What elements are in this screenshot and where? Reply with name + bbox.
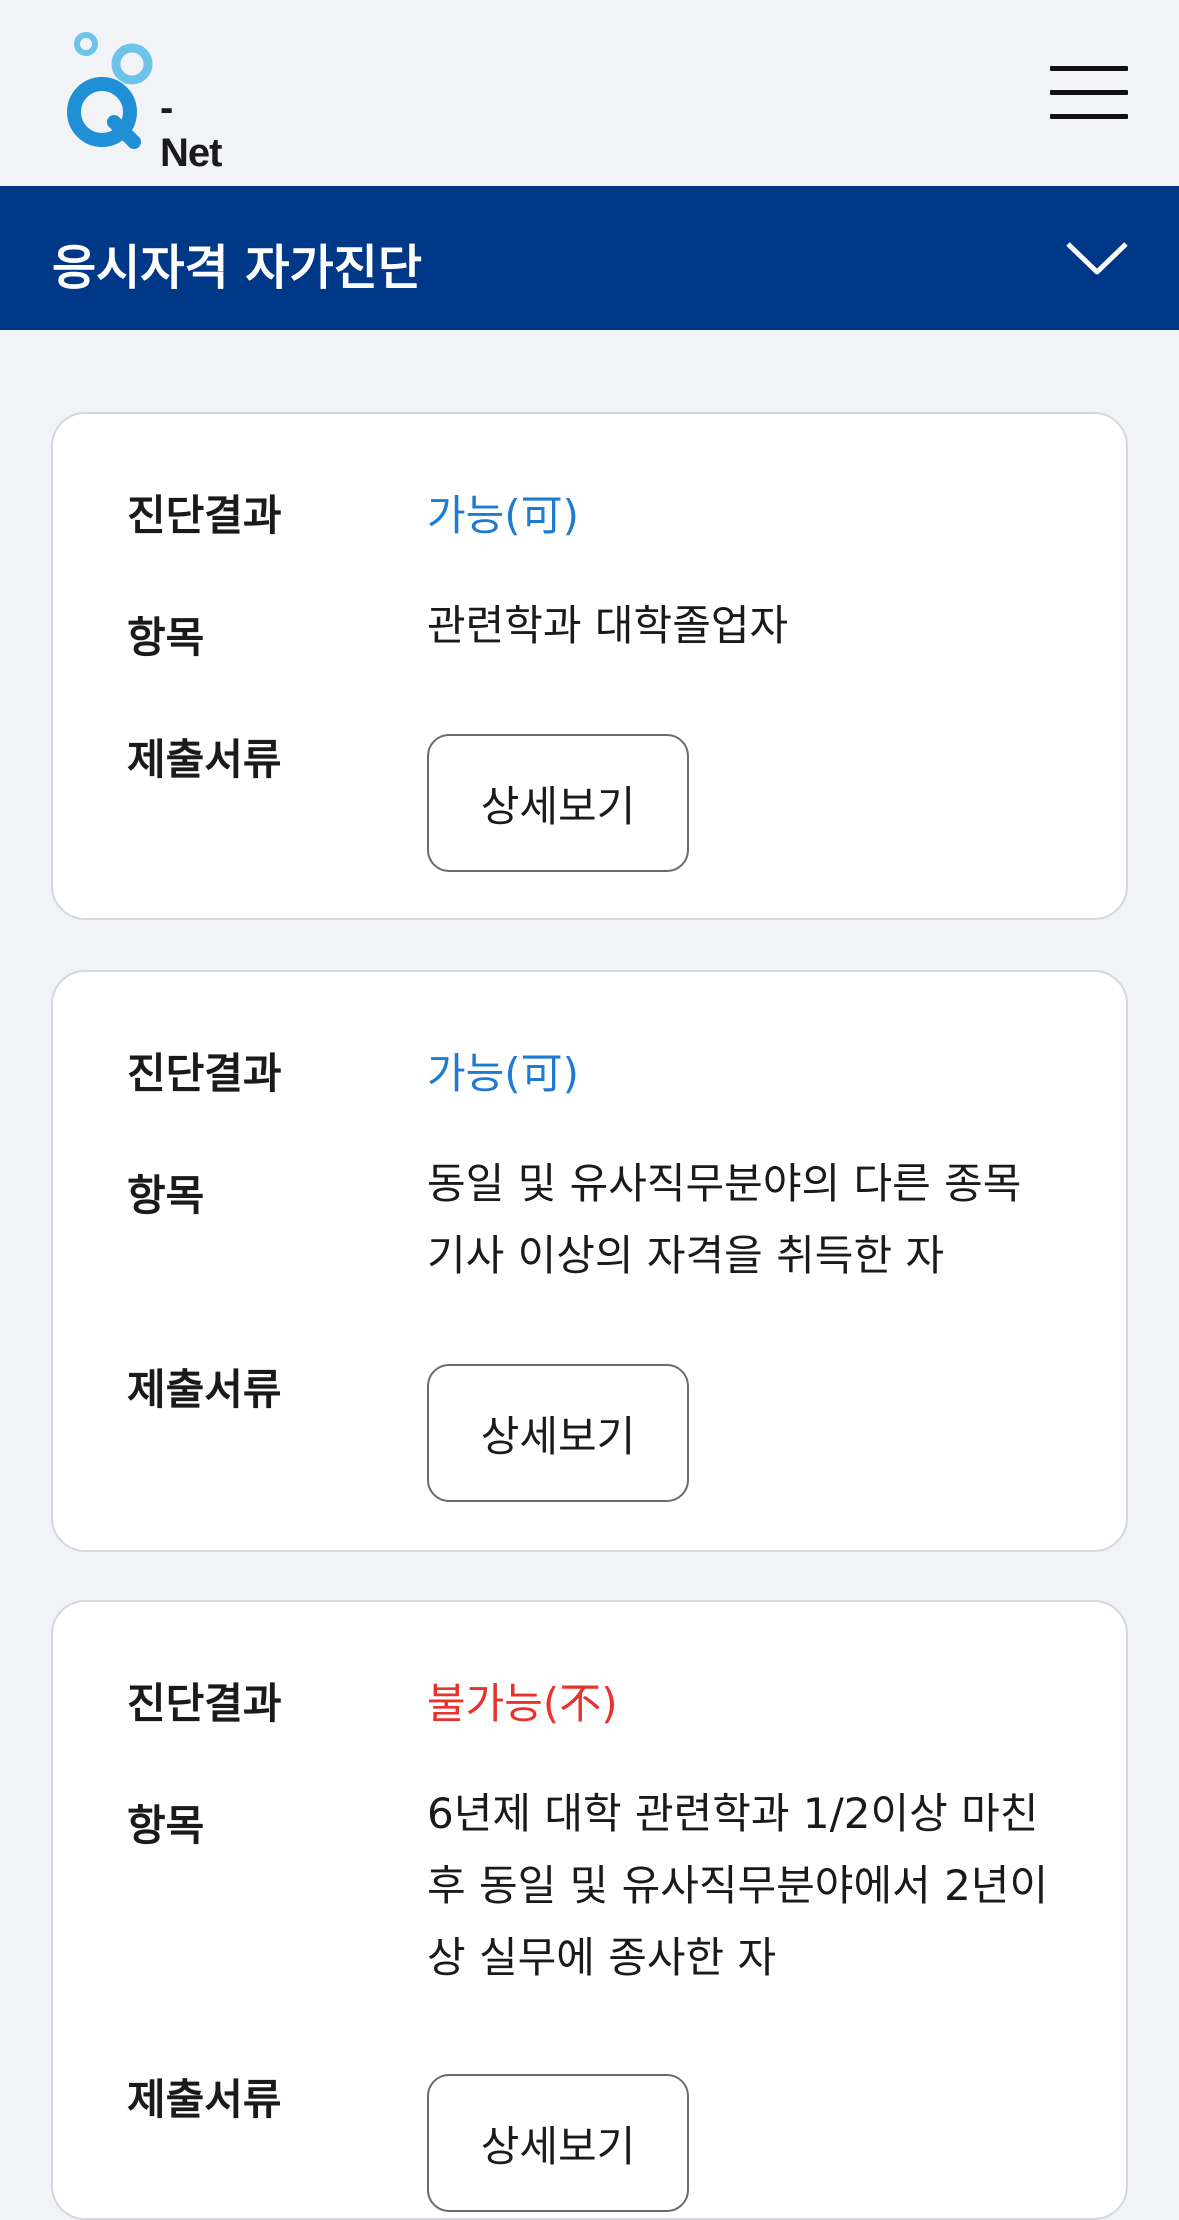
documents-label: 제출서류 (127, 2075, 282, 2124)
detail-button[interactable]: 상세보기 (427, 2074, 689, 2212)
item-label: 항목 (127, 1171, 205, 1220)
item-value: 6년제 대학 관련학과 1/2이상 마친 후 동일 및 유사직무분야에서 2년이… (427, 1789, 1049, 1982)
item-value: 관련학과 대학졸업자 (427, 601, 789, 650)
app-header: - Net (0, 0, 1179, 186)
item-label: 항목 (127, 613, 205, 662)
hamburger-icon (1050, 66, 1128, 71)
result-value: 가능(可) (427, 491, 580, 540)
item-label: 항목 (127, 1801, 205, 1850)
page-title-bar[interactable]: 응시자격 자가진단 (0, 186, 1179, 330)
qnet-logo[interactable]: - Net (62, 30, 242, 175)
detail-button[interactable]: 상세보기 (427, 1364, 689, 1502)
result-label: 진단결과 (127, 1049, 282, 1098)
result-label: 진단결과 (127, 1679, 282, 1728)
chevron-down-icon[interactable] (1064, 234, 1130, 282)
item-value: 동일 및 유사직무분야의 다른 종목 기사 이상의 자격을 취득한 자 (427, 1159, 1022, 1280)
result-label: 진단결과 (127, 491, 282, 540)
result-value: 불가능(不) (427, 1679, 618, 1728)
documents-label: 제출서류 (127, 1365, 282, 1414)
logo-text: - Net (160, 86, 222, 175)
diagnosis-card: 진단결과 가능(可) 항목 관련학과 대학졸업자 제출서류 상세보기 (51, 412, 1128, 920)
diagnosis-card: 진단결과 불가능(不) 항목 6년제 대학 관련학과 1/2이상 마친 후 동일… (51, 1600, 1128, 2220)
hamburger-icon-bar (1050, 90, 1128, 95)
result-value: 가능(可) (427, 1049, 580, 1098)
menu-button[interactable] (1050, 66, 1128, 120)
hamburger-icon-bar (1050, 114, 1128, 119)
diagnosis-card: 진단결과 가능(可) 항목 동일 및 유사직무분야의 다른 종목 기사 이상의 … (51, 970, 1128, 1552)
detail-button[interactable]: 상세보기 (427, 734, 689, 872)
page-title: 응시자격 자가진단 (52, 240, 422, 296)
documents-label: 제출서류 (127, 735, 282, 784)
